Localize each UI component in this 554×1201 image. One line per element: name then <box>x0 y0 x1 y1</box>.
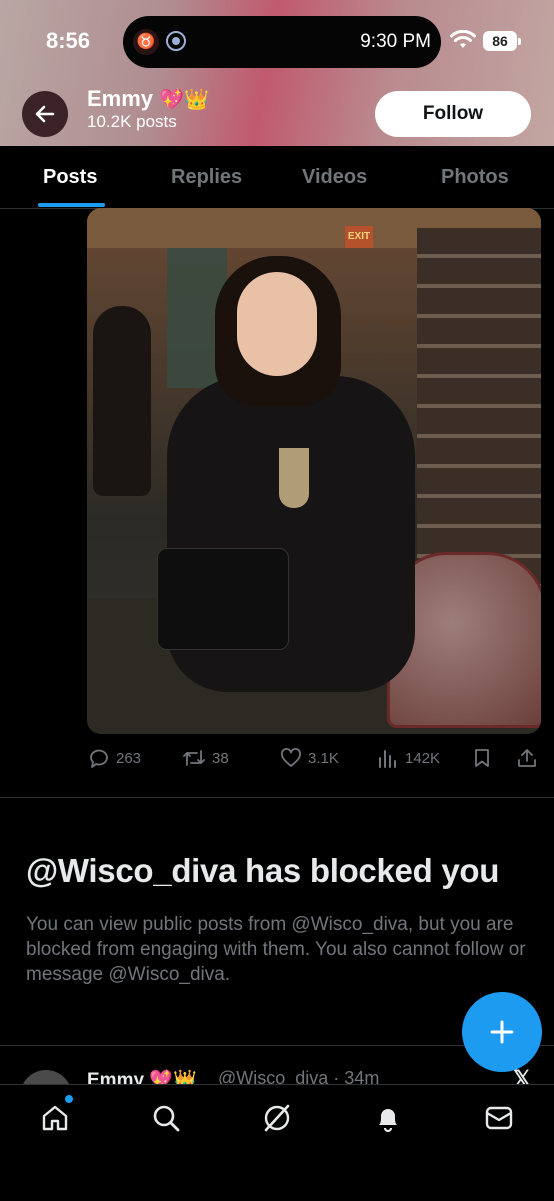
bottom-nav <box>0 1084 554 1201</box>
nav-grok[interactable] <box>260 1101 294 1135</box>
avatar[interactable] <box>20 1070 72 1084</box>
tab-replies[interactable]: Replies <box>171 146 242 208</box>
island-time: 9:30 PM <box>360 31 431 52</box>
blocked-title: @Wisco_diva has blocked you <box>26 852 500 889</box>
nav-search[interactable] <box>149 1101 183 1135</box>
post-photo[interactable]: EXIT <box>87 208 541 734</box>
repost-icon <box>183 750 205 766</box>
photo-person-face <box>237 272 317 376</box>
next-post-author-name: Emmy <box>87 1070 145 1084</box>
mail-icon <box>485 1106 513 1130</box>
photo-wine-rack <box>417 228 541 588</box>
nav-messages[interactable] <box>482 1101 516 1135</box>
photo-exit-sign: EXIT <box>345 226 373 248</box>
views-button[interactable]: 142K <box>377 740 440 776</box>
blocked-message: You can view public posts from @Wisco_di… <box>26 914 526 985</box>
plus-icon <box>490 1020 514 1044</box>
photo-background-person <box>93 306 151 496</box>
active-tab-indicator <box>38 203 105 207</box>
location-icon <box>166 31 186 51</box>
search-icon <box>153 1105 180 1132</box>
profile-header: 8:56 ♉ 9:30 PM 86 Emmy 💖👑 10.2K posts Fo… <box>0 0 554 146</box>
tab-photos[interactable]: Photos <box>441 146 509 208</box>
home-icon <box>42 1105 68 1131</box>
bookmark-icon <box>475 749 489 767</box>
reply-button[interactable]: 263 <box>88 740 141 776</box>
profile-tabs: Posts Replies Videos Photos <box>0 146 554 209</box>
heart-icon <box>281 748 301 767</box>
reply-icon <box>90 749 108 768</box>
views-count: 142K <box>405 749 441 767</box>
next-post-handle-time: @Wisco_diva · 34m <box>218 1068 380 1084</box>
bookmark-button[interactable] <box>472 740 492 776</box>
back-button[interactable] <box>22 91 68 137</box>
like-button[interactable]: 3.1K <box>280 740 339 776</box>
wifi-icon <box>450 30 476 48</box>
photo-handbag <box>157 548 289 650</box>
tab-videos[interactable]: Videos <box>302 146 367 208</box>
next-post-author-emoji: 💖👑 <box>149 1070 197 1084</box>
profile-name-emoji: 💖👑 <box>159 89 209 111</box>
views-chart-icon <box>379 750 396 768</box>
post-count: 10.2K posts <box>87 112 177 131</box>
notification-dot <box>65 1095 73 1103</box>
bull-icon: ♉ <box>133 29 159 55</box>
like-count: 3.1K <box>308 749 339 767</box>
photo-wine-glass <box>279 448 309 508</box>
arrow-left-icon <box>35 105 55 123</box>
follow-button[interactable]: Follow <box>375 91 531 137</box>
compose-button[interactable] <box>462 992 542 1072</box>
dynamic-island: ♉ 9:30 PM <box>123 16 441 68</box>
reply-count: 263 <box>116 749 142 767</box>
share-icon <box>518 749 536 767</box>
next-post-author: Emmy 💖👑 <box>87 1068 197 1084</box>
status-time: 8:56 <box>46 28 91 53</box>
repost-button[interactable]: 38 <box>182 740 229 776</box>
nav-home[interactable] <box>38 1101 72 1135</box>
share-button[interactable] <box>516 740 538 776</box>
tab-posts[interactable]: Posts <box>43 146 97 208</box>
profile-name-text: Emmy <box>87 86 154 111</box>
grok-icon <box>264 1104 290 1132</box>
post-actions: 263 38 3.1K 142K <box>0 740 554 776</box>
bell-icon <box>379 1109 397 1133</box>
battery-indicator: 86 <box>483 31 521 51</box>
repost-count: 38 <box>212 749 229 767</box>
nav-notifications[interactable] <box>371 1101 405 1135</box>
profile-name: Emmy 💖👑 <box>87 86 209 112</box>
divider <box>0 797 554 798</box>
